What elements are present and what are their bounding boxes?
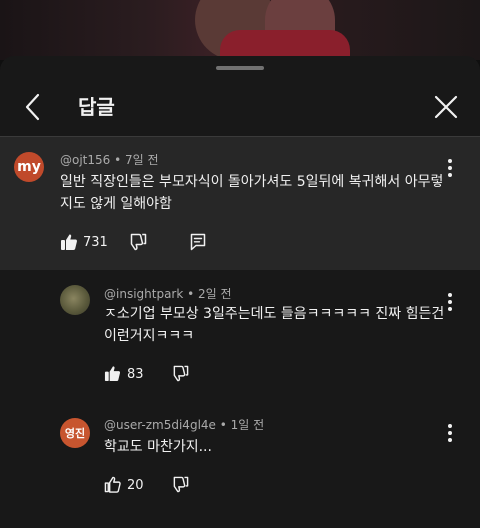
comment-author[interactable]: @ojt156 bbox=[60, 153, 110, 167]
meta-separator: • bbox=[219, 418, 227, 432]
comment-time: 2일 전 bbox=[198, 287, 232, 301]
comment-time: 7일 전 bbox=[125, 153, 159, 167]
comment-text: 일반 직장인들은 부모자식이 돌아가셔도 5일뒤에 복귀해서 아무렇 지도 않게… bbox=[60, 174, 444, 212]
avatar-label: 영진 bbox=[64, 427, 86, 440]
comment-text: 학교도 마찬가지... bbox=[104, 439, 212, 455]
avatar-label: my bbox=[17, 159, 41, 175]
comment-author[interactable]: @user-zm5di4gl4e bbox=[104, 418, 216, 432]
thumbs-down-icon bbox=[173, 365, 189, 382]
like-count: 83 bbox=[127, 367, 144, 382]
like-count: 20 bbox=[127, 478, 144, 493]
avatar[interactable] bbox=[60, 285, 90, 315]
reply-icon bbox=[190, 233, 206, 251]
dislike-button[interactable] bbox=[129, 233, 147, 251]
chevron-left-icon bbox=[25, 93, 40, 121]
avatar[interactable]: 영진 bbox=[60, 418, 90, 448]
comment-text: ㅈ소기업 부모상 3일주는데도 들음ㅋㅋㅋㅋㅋ 진짜 힘든건 이런거지ㅋㅋㅋ bbox=[104, 306, 445, 344]
comment-meta: @ojt156 • 7일 전 bbox=[60, 152, 159, 168]
thumbs-up-icon bbox=[104, 476, 121, 493]
like-button[interactable] bbox=[104, 365, 121, 382]
close-button[interactable] bbox=[432, 92, 460, 122]
comment-time: 1일 전 bbox=[230, 418, 265, 432]
thumbs-down-icon bbox=[130, 233, 147, 251]
back-button[interactable] bbox=[20, 92, 48, 122]
parent-comment: my @ojt156 • 7일 전 일반 직장인들은 부모자식이 돌아가셔도 5… bbox=[0, 137, 480, 270]
thumbs-down-icon bbox=[173, 476, 189, 493]
reply-button[interactable] bbox=[190, 233, 206, 251]
like-button[interactable] bbox=[104, 476, 121, 493]
meta-separator: • bbox=[187, 287, 195, 301]
page-title: 답글 bbox=[78, 95, 115, 119]
replies-header: 답글 bbox=[0, 78, 480, 136]
thumbs-up-icon bbox=[61, 234, 77, 250]
comment-author[interactable]: @insightpark bbox=[104, 287, 183, 301]
thumbs-up-icon bbox=[104, 366, 121, 382]
like-count: 731 bbox=[83, 235, 108, 250]
close-icon bbox=[434, 95, 458, 119]
dislike-button[interactable] bbox=[172, 476, 189, 493]
replies-sheet: 답글 my @ojt156 • 7일 전 일반 직장인들은 부모자식이 돌아가셔… bbox=[0, 56, 480, 528]
video-player-background bbox=[0, 0, 480, 60]
dislike-button[interactable] bbox=[172, 365, 189, 382]
meta-separator: • bbox=[114, 153, 122, 167]
like-button[interactable] bbox=[60, 233, 78, 251]
drag-handle[interactable] bbox=[216, 66, 264, 70]
avatar[interactable]: my bbox=[14, 152, 44, 182]
comment-meta: @user-zm5di4gl4e • 1일 전 bbox=[104, 417, 264, 433]
comment-meta: @insightpark • 2일 전 bbox=[104, 286, 232, 302]
